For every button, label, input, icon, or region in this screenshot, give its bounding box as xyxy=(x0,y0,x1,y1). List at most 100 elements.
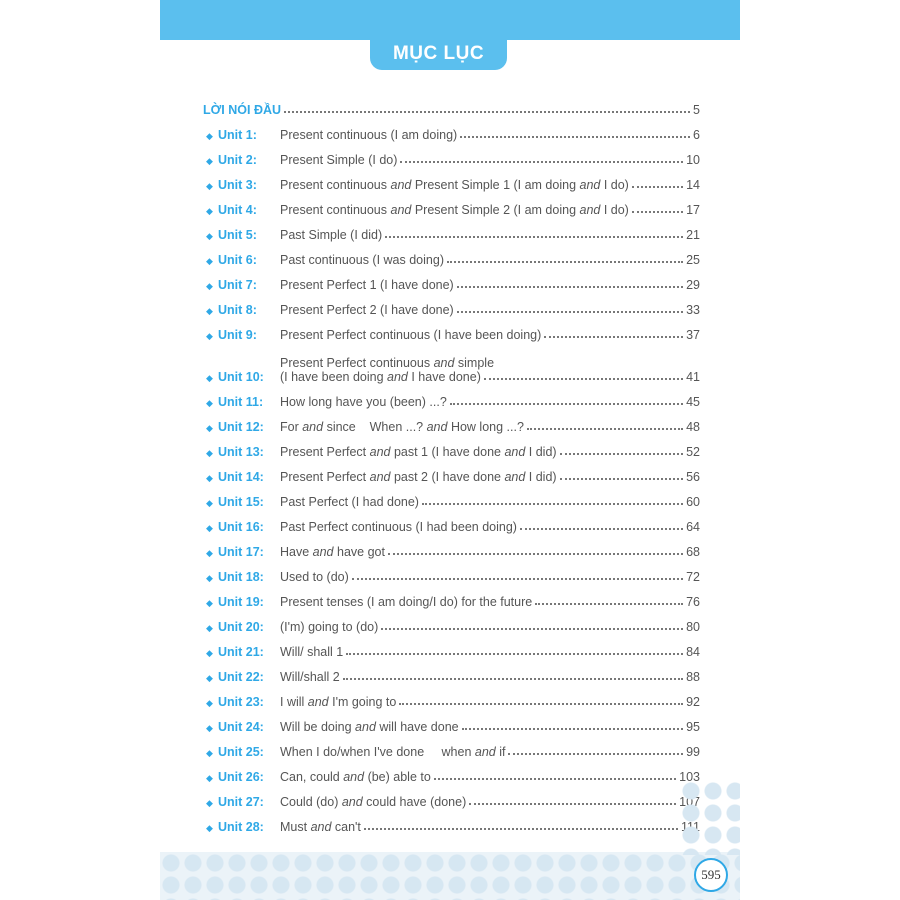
toc-row[interactable]: ◆ Unit 4: Present continuous and Present S… xyxy=(203,192,700,217)
dot-leader xyxy=(535,602,684,605)
dot-leader xyxy=(381,627,684,630)
page-ref: 64 xyxy=(686,520,700,534)
title-line: Present continuous and Present Simple 2 … xyxy=(280,203,700,217)
unit-title-wrap: Present tenses (I am doing/I do) for the… xyxy=(280,595,700,609)
bullet-icon: ◆ xyxy=(206,823,213,833)
dot-leader xyxy=(526,427,684,430)
toc-row[interactable]: ◆ Unit 6: Past continuous (I was doing) 25 xyxy=(203,242,700,267)
toc-row[interactable]: ◆ Unit 24: Will be doing and will have don… xyxy=(203,709,700,734)
unit-title-wrap: Could (do) and could have (done)107 xyxy=(280,795,700,809)
unit-label: Unit 15: xyxy=(218,495,264,509)
bullet-icon: ◆ xyxy=(206,206,213,216)
page-ref: 72 xyxy=(686,570,700,584)
toc-row[interactable]: ◆ Unit 3: Present continuous and Present S… xyxy=(203,167,700,192)
toc-row[interactable]: ◆ Unit 13: Present Perfect and past 1 (I h… xyxy=(203,434,700,459)
toc-row[interactable]: ◆ Unit 12: For and since When ...? and How… xyxy=(203,409,700,434)
toc-row[interactable]: ◆ Unit 16: Past Perfect continuous (I had … xyxy=(203,509,700,534)
unit-label: Unit 4: xyxy=(218,203,257,217)
title-line: Used to (do) 72 xyxy=(280,570,700,584)
page-ref: 76 xyxy=(686,595,700,609)
toc-row[interactable]: ◆ Unit 11: How long have you (been) ...? 45 xyxy=(203,384,700,409)
bullet-icon: ◆ xyxy=(206,398,213,408)
footer-pattern xyxy=(160,852,740,900)
footer-pattern-corner xyxy=(680,780,740,855)
dot-leader xyxy=(544,335,684,338)
toc-row[interactable]: ◆ Unit 23: I will and I'm going to 92 xyxy=(203,684,700,709)
unit-title-wrap: How long have you (been) ...? 45 xyxy=(280,395,700,409)
unit-label: Unit 10: xyxy=(218,370,264,384)
title-line: Present Simple (I do) 10 xyxy=(280,153,700,167)
unit-title-wrap: Present Perfect 2 (I have done) 33 xyxy=(280,303,700,317)
page-ref: 95 xyxy=(686,720,700,734)
title-line: Present continuous and Present Simple 1 … xyxy=(280,178,700,192)
bullet-icon: ◆ xyxy=(206,598,213,608)
title-line: Present Perfect continuous (I have been … xyxy=(280,328,700,342)
bullet-icon: ◆ xyxy=(206,281,213,291)
bullet-icon: ◆ xyxy=(206,673,213,683)
toc-row[interactable]: ◆ Unit 7: Present Perfect 1 (I have done) 2… xyxy=(203,267,700,292)
unit-title: Present Perfect 1 (I have done) xyxy=(280,278,454,292)
toc-row[interactable]: ◆ Unit 27: Could (do) and could have (done… xyxy=(203,784,700,809)
toc-intro-row[interactable]: LỜI NÓI ĐẦU 5 xyxy=(203,92,700,117)
unit-title: Past Simple (I did) xyxy=(280,228,383,242)
unit-title: Present Simple (I do) xyxy=(280,153,398,167)
page-ref: 60 xyxy=(686,495,700,509)
toc-row[interactable]: ◆ Unit 18: Used to (do) 72 xyxy=(203,559,700,584)
unit-label: Unit 27: xyxy=(218,795,264,809)
page-ref: 45 xyxy=(686,395,700,409)
unit-label: Unit 3: xyxy=(218,178,257,192)
toc-row[interactable]: ◆ Unit 17: Have and have got 68 xyxy=(203,534,700,559)
toc-row[interactable]: ◆ Unit 10: Present Perfect continuous and … xyxy=(203,342,700,384)
dot-leader xyxy=(346,652,684,655)
page-ref: 29 xyxy=(686,278,700,292)
unit-title-wrap: Will/shall 2 88 xyxy=(280,670,700,684)
toc-row[interactable]: ◆ Unit 22: Will/shall 2 88 xyxy=(203,659,700,684)
title-line: Present Perfect and past 1 (I have done … xyxy=(280,445,700,459)
unit-title: Present continuous and Present Simple 1 … xyxy=(280,178,629,192)
dot-leader xyxy=(519,527,684,530)
unit-title-wrap: Can, could and (be) able to 103 xyxy=(280,770,700,784)
title-tab: MỤC LỤC xyxy=(370,38,507,70)
bullet-icon: ◆ xyxy=(206,231,213,241)
dot-leader xyxy=(461,727,684,730)
title-line: Past continuous (I was doing) 25 xyxy=(280,253,700,267)
unit-title: Used to (do) xyxy=(280,570,349,584)
toc-row[interactable]: ◆ Unit 26: Can, could and (be) able to 103 xyxy=(203,759,700,784)
page-ref: 68 xyxy=(686,545,700,559)
toc-row[interactable]: ◆ Unit 8: Present Perfect 2 (I have done) 3… xyxy=(203,292,700,317)
bullet-icon: ◆ xyxy=(206,498,213,508)
toc-row[interactable]: ◆ Unit 19: Present tenses (I am doing/I do… xyxy=(203,584,700,609)
dot-leader xyxy=(363,827,678,830)
bullet-icon: ◆ xyxy=(206,798,213,808)
toc-row[interactable]: ◆ Unit 28: Must and can't111 xyxy=(203,809,700,834)
unit-title-wrap: Used to (do) 72 xyxy=(280,570,700,584)
toc-row[interactable]: ◆ Unit 5: Past Simple (I did) 21 xyxy=(203,217,700,242)
page-ref: 84 xyxy=(686,645,700,659)
unit-title: How long have you (been) ...? xyxy=(280,395,447,409)
unit-label: Unit 9: xyxy=(218,328,257,342)
unit-label: Unit 26: xyxy=(218,770,264,784)
toc-row[interactable]: ◆ Unit 1: Present continuous (I am doing) 6 xyxy=(203,117,700,142)
book-page: MỤC LỤC LỜI NÓI ĐẦU 5 ◆ Unit 1: Present co… xyxy=(160,0,740,900)
unit-title: Present Perfect continuous and simple xyxy=(280,356,495,370)
toc-row[interactable]: ◆ Unit 14: Present Perfect and past 2 (I h… xyxy=(203,459,700,484)
unit-label: Unit 2: xyxy=(218,153,257,167)
bullet-icon: ◆ xyxy=(206,331,213,341)
toc-row[interactable]: ◆ Unit 25: When I do/when I've done when a… xyxy=(203,734,700,759)
toc-row[interactable]: ◆ Unit 21: Will/ shall 1 84 xyxy=(203,634,700,659)
toc-row[interactable]: ◆ Unit 20: (I'm) going to (do) 80 xyxy=(203,609,700,634)
page-number: 595 xyxy=(694,858,728,892)
toc-row[interactable]: ◆ Unit 2: Present Simple (I do) 10 xyxy=(203,142,700,167)
page-ref: 52 xyxy=(686,445,700,459)
page-ref: 6 xyxy=(693,128,700,142)
unit-title-wrap: I will and I'm going to 92 xyxy=(280,695,700,709)
dot-leader xyxy=(631,185,684,188)
toc-row[interactable]: ◆ Unit 9: Present Perfect continuous (I ha… xyxy=(203,317,700,342)
unit-title-wrap: When I do/when I've done when and if 99 xyxy=(280,745,700,759)
dot-leader xyxy=(559,477,684,480)
unit-title: Present continuous (I am doing) xyxy=(280,128,458,142)
title-line: When I do/when I've done when and if 99 xyxy=(280,745,700,759)
unit-title: Present Perfect 2 (I have done) xyxy=(280,303,454,317)
toc-row[interactable]: ◆ Unit 15: Past Perfect (I had done) 60 xyxy=(203,484,700,509)
unit-title-wrap: Present continuous and Present Simple 1 … xyxy=(280,178,700,192)
